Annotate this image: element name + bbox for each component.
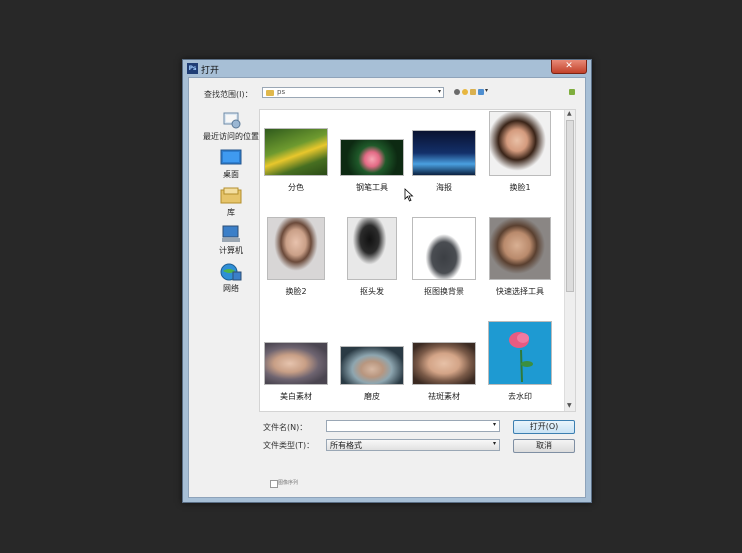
chevron-down-icon: ▾ bbox=[437, 88, 441, 95]
file-list[interactable]: 分色 钢笔工具 海报 换脸1 换脸2 抠头发 抠图换背景 快速选择工具 美白素材… bbox=[259, 109, 576, 412]
file-item[interactable]: 磨皮 bbox=[336, 346, 408, 402]
place-libraries[interactable]: 库 bbox=[197, 187, 265, 218]
chevron-down-icon: ▾ bbox=[492, 421, 496, 428]
bridge-icon[interactable] bbox=[569, 89, 575, 95]
computer-icon bbox=[220, 225, 242, 243]
file-item[interactable]: 海报 bbox=[408, 130, 480, 193]
file-thumbnail bbox=[488, 321, 552, 385]
file-item[interactable]: 抠图换背景 bbox=[408, 217, 480, 297]
file-item[interactable]: 钢笔工具 bbox=[336, 139, 408, 193]
file-thumbnail bbox=[340, 346, 404, 385]
file-thumbnail bbox=[412, 217, 476, 280]
vertical-scrollbar[interactable]: ▲ ▼ bbox=[564, 110, 575, 411]
close-button[interactable]: ✕ bbox=[551, 60, 587, 74]
file-name-label: 文件名(N)： bbox=[263, 423, 308, 432]
chevron-down-icon: ▾ bbox=[492, 440, 496, 447]
file-item[interactable]: 换脸2 bbox=[260, 217, 332, 297]
file-thumbnail bbox=[489, 217, 551, 280]
dialog-title: 打开 bbox=[201, 66, 220, 76]
file-name: 去水印 bbox=[508, 392, 532, 401]
desktop-icon bbox=[220, 149, 242, 167]
file-thumbnail bbox=[264, 128, 328, 176]
file-type-value: 所有格式 bbox=[330, 441, 362, 450]
scrollbar-thumb[interactable] bbox=[566, 120, 574, 292]
place-computer[interactable]: 计算机 bbox=[197, 225, 265, 256]
file-item[interactable]: 快速选择工具 bbox=[484, 217, 556, 297]
folder-icon bbox=[266, 90, 274, 96]
scroll-up-icon[interactable]: ▲ bbox=[567, 110, 572, 117]
view-menu-arrow-icon[interactable]: ▾ bbox=[485, 87, 488, 94]
look-in-dropdown[interactable]: ps ▾ bbox=[262, 87, 444, 98]
file-thumbnail bbox=[412, 130, 476, 176]
file-name: 磨皮 bbox=[364, 392, 380, 401]
look-in-value: ps bbox=[277, 88, 286, 96]
file-item[interactable]: 去水印 bbox=[484, 321, 556, 402]
file-type-select[interactable]: 所有格式 ▾ bbox=[326, 439, 500, 451]
file-item[interactable]: 祛斑素材 bbox=[408, 342, 480, 402]
file-name: 换脸1 bbox=[509, 183, 531, 192]
place-recent[interactable]: 最近访问的位置 bbox=[197, 111, 265, 142]
back-icon[interactable] bbox=[454, 89, 460, 95]
file-item[interactable]: 分色 bbox=[260, 128, 332, 193]
file-item[interactable]: 美白素材 bbox=[260, 342, 332, 402]
open-dialog: Ps 打开 ✕ 查找范围(I)： ps ▾ ▾ 最近访问的位置 桌面 库 计算机… bbox=[182, 59, 592, 503]
file-thumbnail bbox=[412, 342, 476, 385]
open-button[interactable]: 打开(O) bbox=[513, 420, 575, 434]
file-thumbnail bbox=[340, 139, 404, 176]
view-menu-icon[interactable] bbox=[478, 89, 484, 95]
file-thumbnail bbox=[347, 217, 397, 280]
places-bar: 最近访问的位置 桌面 库 计算机 网络 bbox=[197, 108, 265, 308]
place-network[interactable]: 网络 bbox=[197, 263, 265, 294]
look-in-label: 查找范围(I)： bbox=[204, 90, 253, 99]
file-item[interactable]: 换脸1 bbox=[484, 111, 556, 193]
mouse-cursor-icon bbox=[404, 188, 414, 202]
up-folder-icon[interactable] bbox=[462, 89, 468, 95]
file-name: 抠头发 bbox=[360, 287, 384, 296]
recent-places-icon bbox=[220, 111, 242, 129]
image-sequence-label: 图像序列 bbox=[278, 480, 299, 486]
file-name: 抠图换背景 bbox=[424, 287, 464, 296]
network-icon bbox=[220, 263, 242, 281]
file-name: 分色 bbox=[288, 183, 304, 192]
file-name: 祛斑素材 bbox=[428, 392, 460, 401]
file-thumbnail bbox=[489, 111, 551, 176]
place-desktop[interactable]: 桌面 bbox=[197, 149, 265, 180]
dialog-body: 查找范围(I)： ps ▾ ▾ 最近访问的位置 桌面 库 计算机 网络 分色 钢… bbox=[188, 77, 586, 498]
file-type-label: 文件类型(T)： bbox=[263, 441, 315, 450]
cancel-button[interactable]: 取消 bbox=[513, 439, 575, 453]
file-name: 换脸2 bbox=[285, 287, 307, 296]
file-name: 海报 bbox=[436, 183, 452, 192]
new-folder-icon[interactable] bbox=[470, 89, 476, 95]
scroll-down-icon[interactable]: ▼ bbox=[567, 402, 572, 409]
file-name: 钢笔工具 bbox=[356, 183, 388, 192]
title-bar[interactable]: Ps 打开 ✕ bbox=[183, 60, 591, 78]
libraries-icon bbox=[220, 187, 242, 205]
file-name-input[interactable]: ▾ bbox=[326, 420, 500, 432]
file-item[interactable]: 抠头发 bbox=[336, 217, 408, 297]
file-name: 美白素材 bbox=[280, 392, 312, 401]
file-thumbnail bbox=[267, 217, 325, 280]
file-name: 快速选择工具 bbox=[496, 287, 544, 296]
photoshop-app-icon: Ps bbox=[187, 63, 198, 74]
image-sequence-checkbox[interactable] bbox=[270, 480, 278, 488]
file-thumbnail bbox=[264, 342, 328, 385]
